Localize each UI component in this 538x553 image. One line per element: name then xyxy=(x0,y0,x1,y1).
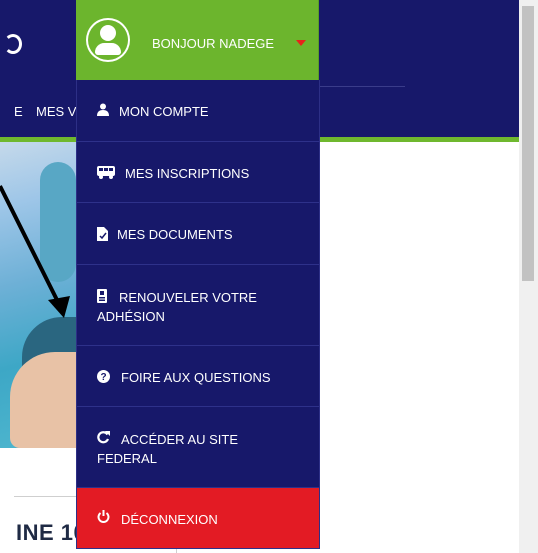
logout-button[interactable]: DÉCONNEXION xyxy=(77,488,319,549)
menu-item-acceder-site-federal[interactable]: ACCÉDER AU SITE FEDERAL xyxy=(77,407,319,488)
menu-item-label: DÉCONNEXION xyxy=(121,512,218,527)
menu-item-foire-aux-questions[interactable]: ? FOIRE AUX QUESTIONS xyxy=(77,346,319,407)
avatar-icon xyxy=(86,18,130,62)
user-greeting[interactable]: BONJOUR NADEGE xyxy=(152,36,274,51)
menu-item-renouveler-adhesion[interactable]: RENOUVELER VOTRE ADHÉSION xyxy=(77,265,319,346)
menu-item-mes-documents[interactable]: MES DOCUMENTS xyxy=(77,203,319,265)
content-divider xyxy=(14,496,76,497)
menu-item-label: MES DOCUMENTS xyxy=(117,227,233,242)
id-card-icon xyxy=(97,289,107,303)
menu-item-label: MON COMPTE xyxy=(119,104,209,119)
top-bar-divider xyxy=(320,86,405,87)
menu-item-label: MES INSCRIPTIONS xyxy=(125,166,250,181)
user-dropdown-menu: BONJOUR NADEGE MON COMPTE MES INSCRIPTIO… xyxy=(76,0,320,549)
menu-item-label: FOIRE AUX QUESTIONS xyxy=(121,370,271,385)
power-icon xyxy=(97,510,110,523)
chevron-down-icon[interactable] xyxy=(296,40,306,46)
menu-item-label-line2: ADHÉSION xyxy=(97,309,165,324)
external-refresh-icon xyxy=(97,431,110,444)
bus-icon xyxy=(97,166,115,179)
document-icon xyxy=(97,227,108,241)
menu-item-mes-inscriptions[interactable]: MES INSCRIPTIONS xyxy=(77,142,319,203)
scrollbar-thumb[interactable] xyxy=(522,6,534,281)
menu-item-label-line1: RENOUVELER VOTRE xyxy=(119,290,257,305)
menu-item-label-line2: FEDERAL xyxy=(97,451,157,466)
user-menu-toggle[interactable]: BONJOUR NADEGE xyxy=(76,0,319,80)
question-icon: ? xyxy=(97,370,110,383)
svg-text:?: ? xyxy=(100,372,106,383)
menu-item-label-line1: ACCÉDER AU SITE xyxy=(121,432,239,447)
user-menu-list: MON COMPTE MES INSCRIPTIONS MES DOCUMENT… xyxy=(76,80,320,549)
menu-item-mon-compte[interactable]: MON COMPTE xyxy=(77,80,319,142)
user-icon xyxy=(97,103,109,116)
